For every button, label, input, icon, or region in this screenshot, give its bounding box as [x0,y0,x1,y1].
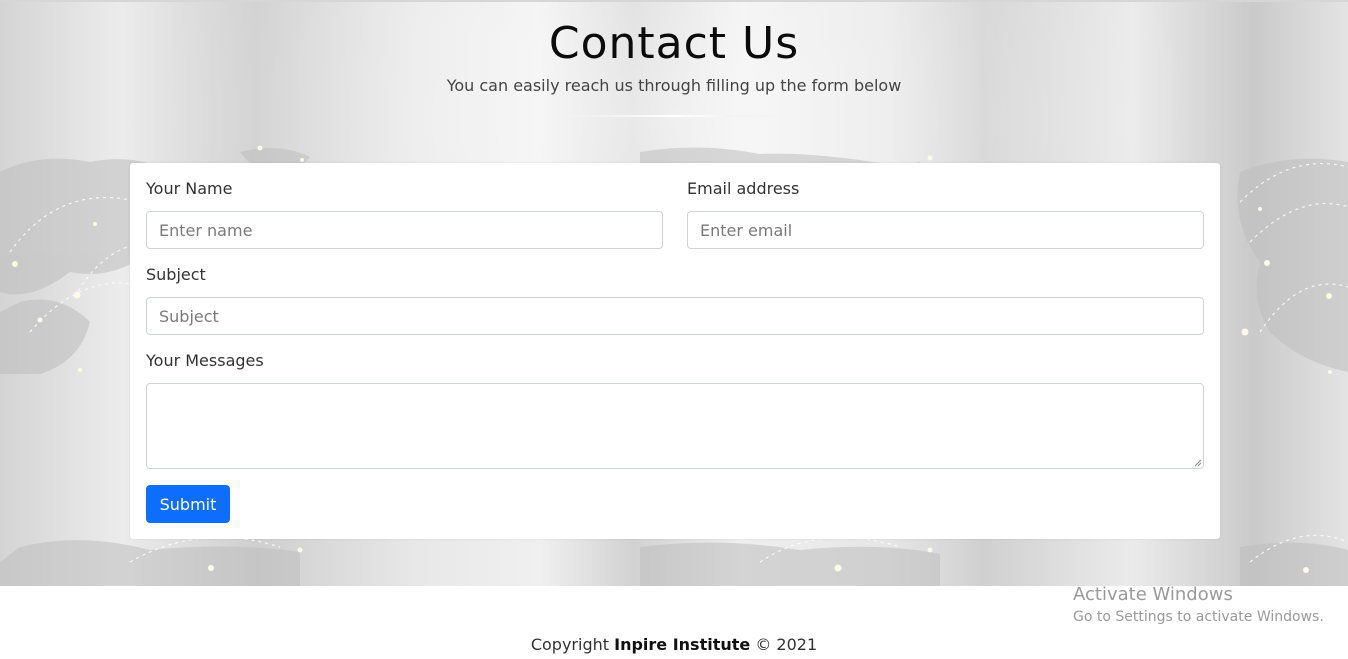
activate-windows-subtitle: Go to Settings to activate Windows. [1073,609,1324,625]
resize-handle-icon[interactable] [1194,459,1202,467]
name-label: Your Name [146,179,233,198]
page-title: Contact Us [548,18,800,69]
subject-label: Subject [146,265,206,284]
copyright-year: © 2021 [755,635,818,654]
message-textarea[interactable] [146,383,1204,469]
email-label: Email address [687,179,800,198]
message-label: Your Messages [146,351,264,370]
activate-windows-watermark: Activate Windows Go to Settings to activ… [1073,585,1324,627]
title-divider [536,115,812,117]
page-subtitle: You can easily reach us through filling … [446,76,902,95]
activate-windows-title: Activate Windows [1073,584,1233,605]
email-input[interactable] [687,211,1204,249]
subject-input[interactable] [146,297,1204,335]
copyright-prefix: Copyright [530,635,610,654]
name-input[interactable] [146,211,663,249]
contact-hero: Contact Us You can easily reach us throu… [0,2,1348,586]
contact-form: Your Name Email address Subject Your Mes… [130,163,1220,539]
message-wrapper [146,383,1204,469]
brand-name: Inpire Institute [614,635,751,654]
submit-button[interactable]: Submit [146,485,230,523]
page-footer: Copyright Inpire Institute © 2021 [0,635,1348,654]
